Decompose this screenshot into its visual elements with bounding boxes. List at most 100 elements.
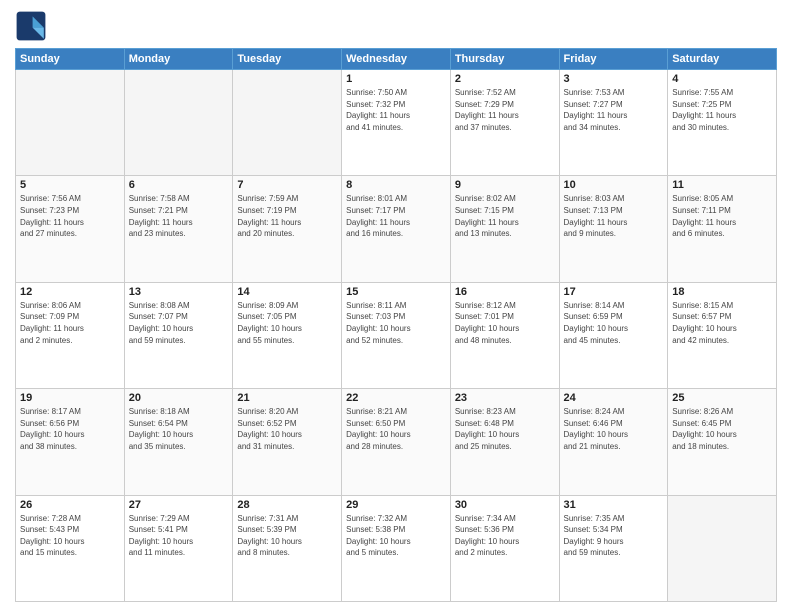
calendar-cell: 21 Sunrise: 8:20 AM Sunset: 6:52 PM Dayli… [233,389,342,495]
day-number: 15 [346,286,446,298]
day-number: 24 [564,392,664,404]
day-number: 4 [672,73,772,85]
day-info: Sunrise: 8:08 AM Sunset: 7:07 PM Dayligh… [129,300,229,346]
day-info: Sunrise: 8:11 AM Sunset: 7:03 PM Dayligh… [346,300,446,346]
calendar-cell: 23 Sunrise: 8:23 AM Sunset: 6:48 PM Dayli… [450,389,559,495]
calendar: SundayMondayTuesdayWednesdayThursdayFrid… [15,48,777,602]
weekday-header: Friday [559,49,668,70]
day-number: 14 [237,286,337,298]
day-info: Sunrise: 7:28 AM Sunset: 5:43 PM Dayligh… [20,513,120,559]
weekday-header: Tuesday [233,49,342,70]
day-info: Sunrise: 7:31 AM Sunset: 5:39 PM Dayligh… [237,513,337,559]
calendar-cell: 19 Sunrise: 8:17 AM Sunset: 6:56 PM Dayli… [16,389,125,495]
weekday-header: Monday [124,49,233,70]
header [15,10,777,42]
calendar-cell: 24 Sunrise: 8:24 AM Sunset: 6:46 PM Dayli… [559,389,668,495]
calendar-cell: 11 Sunrise: 8:05 AM Sunset: 7:11 PM Dayli… [668,176,777,282]
calendar-cell [124,70,233,176]
day-info: Sunrise: 7:29 AM Sunset: 5:41 PM Dayligh… [129,513,229,559]
day-info: Sunrise: 8:14 AM Sunset: 6:59 PM Dayligh… [564,300,664,346]
day-info: Sunrise: 8:18 AM Sunset: 6:54 PM Dayligh… [129,406,229,452]
day-number: 3 [564,73,664,85]
day-info: Sunrise: 7:34 AM Sunset: 5:36 PM Dayligh… [455,513,555,559]
day-info: Sunrise: 7:53 AM Sunset: 7:27 PM Dayligh… [564,87,664,133]
calendar-cell: 20 Sunrise: 8:18 AM Sunset: 6:54 PM Dayli… [124,389,233,495]
calendar-cell: 17Sunrise: 8:14 AM Sunset: 6:59 PM Dayli… [559,282,668,388]
calendar-cell: 28 Sunrise: 7:31 AM Sunset: 5:39 PM Dayli… [233,495,342,601]
calendar-cell [16,70,125,176]
day-number: 28 [237,499,337,511]
day-number: 13 [129,286,229,298]
weekday-header: Saturday [668,49,777,70]
day-number: 1 [346,73,446,85]
calendar-cell: 1 Sunrise: 7:50 AM Sunset: 7:32 PM Daylig… [342,70,451,176]
day-info: Sunrise: 7:55 AM Sunset: 7:25 PM Dayligh… [672,87,772,133]
calendar-cell: 9 Sunrise: 8:02 AM Sunset: 7:15 PM Daylig… [450,176,559,282]
calendar-cell: 18 Sunrise: 8:15 AM Sunset: 6:57 PM Dayli… [668,282,777,388]
day-info: Sunrise: 8:17 AM Sunset: 6:56 PM Dayligh… [20,406,120,452]
calendar-cell [668,495,777,601]
day-number: 27 [129,499,229,511]
weekday-header: Wednesday [342,49,451,70]
calendar-cell: 31 Sunrise: 7:35 AM Sunset: 5:34 PM Dayli… [559,495,668,601]
weekday-header: Thursday [450,49,559,70]
calendar-cell: 14Sunrise: 8:09 AM Sunset: 7:05 PM Dayli… [233,282,342,388]
day-info: Sunrise: 7:50 AM Sunset: 7:32 PM Dayligh… [346,87,446,133]
day-info: Sunrise: 8:24 AM Sunset: 6:46 PM Dayligh… [564,406,664,452]
day-number: 19 [20,392,120,404]
calendar-cell: 22 Sunrise: 8:21 AM Sunset: 6:50 PM Dayli… [342,389,451,495]
calendar-cell: 26Sunrise: 7:28 AM Sunset: 5:43 PM Dayli… [16,495,125,601]
day-number: 10 [564,179,664,191]
day-number: 31 [564,499,664,511]
calendar-cell [233,70,342,176]
day-number: 23 [455,392,555,404]
day-number: 11 [672,179,772,191]
calendar-cell: 3 Sunrise: 7:53 AM Sunset: 7:27 PM Daylig… [559,70,668,176]
day-number: 20 [129,392,229,404]
day-number: 30 [455,499,555,511]
day-number: 8 [346,179,446,191]
calendar-cell: 7 Sunrise: 7:59 AM Sunset: 7:19 PM Daylig… [233,176,342,282]
day-info: Sunrise: 8:12 AM Sunset: 7:01 PM Dayligh… [455,300,555,346]
calendar-cell: 30 Sunrise: 7:34 AM Sunset: 5:36 PM Dayli… [450,495,559,601]
day-number: 7 [237,179,337,191]
calendar-cell: 16 Sunrise: 8:12 AM Sunset: 7:01 PM Dayli… [450,282,559,388]
day-number: 21 [237,392,337,404]
calendar-cell: 8 Sunrise: 8:01 AM Sunset: 7:17 PM Daylig… [342,176,451,282]
day-info: Sunrise: 8:03 AM Sunset: 7:13 PM Dayligh… [564,193,664,239]
day-number: 5 [20,179,120,191]
calendar-cell: 13 Sunrise: 8:08 AM Sunset: 7:07 PM Dayli… [124,282,233,388]
logo-icon [15,10,47,42]
day-info: Sunrise: 8:23 AM Sunset: 6:48 PM Dayligh… [455,406,555,452]
logo [15,10,51,42]
day-info: Sunrise: 8:20 AM Sunset: 6:52 PM Dayligh… [237,406,337,452]
day-number: 18 [672,286,772,298]
calendar-cell: 2Sunrise: 7:52 AM Sunset: 7:29 PM Daylig… [450,70,559,176]
day-info: Sunrise: 7:52 AM Sunset: 7:29 PM Dayligh… [455,87,555,133]
day-number: 22 [346,392,446,404]
day-number: 29 [346,499,446,511]
weekday-header: Sunday [16,49,125,70]
day-info: Sunrise: 7:58 AM Sunset: 7:21 PM Dayligh… [129,193,229,239]
calendar-cell: 25Sunrise: 8:26 AM Sunset: 6:45 PM Dayli… [668,389,777,495]
day-info: Sunrise: 8:02 AM Sunset: 7:15 PM Dayligh… [455,193,555,239]
day-number: 9 [455,179,555,191]
day-info: Sunrise: 8:15 AM Sunset: 6:57 PM Dayligh… [672,300,772,346]
calendar-cell: 15 Sunrise: 8:11 AM Sunset: 7:03 PM Dayli… [342,282,451,388]
day-number: 25 [672,392,772,404]
day-info: Sunrise: 8:05 AM Sunset: 7:11 PM Dayligh… [672,193,772,239]
day-info: Sunrise: 7:35 AM Sunset: 5:34 PM Dayligh… [564,513,664,559]
day-info: Sunrise: 8:06 AM Sunset: 7:09 PM Dayligh… [20,300,120,346]
calendar-cell: 6 Sunrise: 7:58 AM Sunset: 7:21 PM Daylig… [124,176,233,282]
calendar-cell: 27 Sunrise: 7:29 AM Sunset: 5:41 PM Dayli… [124,495,233,601]
day-number: 6 [129,179,229,191]
day-info: Sunrise: 7:59 AM Sunset: 7:19 PM Dayligh… [237,193,337,239]
calendar-cell: 29Sunrise: 7:32 AM Sunset: 5:38 PM Dayli… [342,495,451,601]
day-info: Sunrise: 8:21 AM Sunset: 6:50 PM Dayligh… [346,406,446,452]
calendar-cell: 12 Sunrise: 8:06 AM Sunset: 7:09 PM Dayli… [16,282,125,388]
calendar-cell: 5Sunrise: 7:56 AM Sunset: 7:23 PM Daylig… [16,176,125,282]
day-number: 16 [455,286,555,298]
calendar-cell: 10 Sunrise: 8:03 AM Sunset: 7:13 PM Dayli… [559,176,668,282]
day-info: Sunrise: 8:01 AM Sunset: 7:17 PM Dayligh… [346,193,446,239]
day-number: 12 [20,286,120,298]
